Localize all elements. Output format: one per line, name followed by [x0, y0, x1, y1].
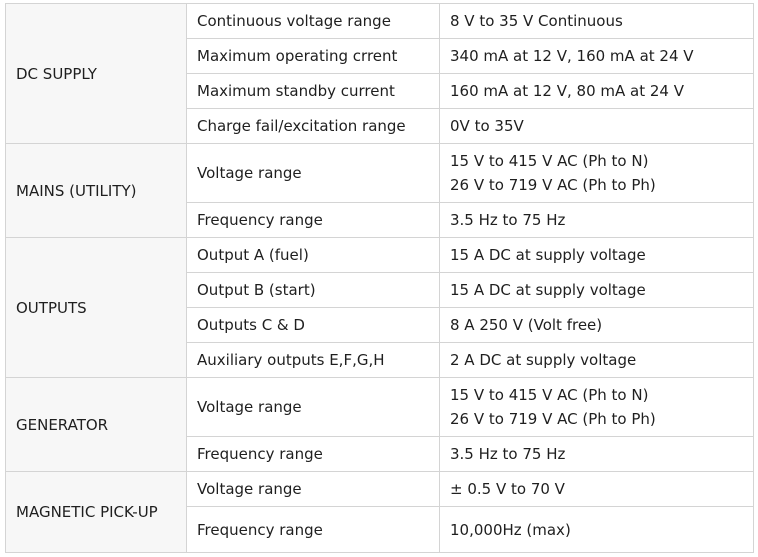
- value-cell: 8 V to 35 V Continuous: [439, 3, 754, 39]
- param-cell: Output B (start): [186, 272, 440, 308]
- param-cell: Continuous voltage range: [186, 3, 440, 39]
- table-row: OUTPUTS Output A (fuel) 15 A DC at suppl…: [5, 237, 754, 378]
- param-cell: Maximum operating crrent: [186, 38, 440, 74]
- param-cell: Voltage range: [186, 143, 440, 203]
- group-label-generator: GENERATOR: [5, 377, 187, 472]
- value-cell: 340 mA at 12 V, 160 mA at 24 V: [439, 38, 754, 74]
- table-row: DC SUPPLY Continuous voltage range 8 V t…: [5, 3, 754, 144]
- param-cell: Frequency range: [186, 506, 440, 553]
- group-label-magnetic-pick-up: MAGNETIC PICK-UP: [5, 471, 187, 553]
- value-cell: 8 A 250 V (Volt free): [439, 307, 754, 343]
- value-cell: 3.5 Hz to 75 Hz: [439, 202, 754, 238]
- param-cell: Output A (fuel): [186, 237, 440, 273]
- group-label-mains-utility: MAINS (UTILITY): [5, 143, 187, 238]
- value-cell: ± 0.5 V to 70 V: [439, 471, 754, 507]
- table-row: GENERATOR Voltage range 15 V to 415 V AC…: [5, 377, 754, 472]
- value-line: 26 V to 719 V AC (Ph to Ph): [450, 410, 656, 428]
- value-cell: 15 V to 415 V AC (Ph to N) 26 V to 719 V…: [439, 143, 754, 203]
- param-cell: Outputs C & D: [186, 307, 440, 343]
- table-row: MAGNETIC PICK-UP Voltage range ± 0.5 V t…: [5, 471, 754, 553]
- param-cell: Maximum standby current: [186, 73, 440, 109]
- value-cell: 3.5 Hz to 75 Hz: [439, 436, 754, 472]
- value-cell: 0V to 35V: [439, 108, 754, 144]
- value-cell: 15 V to 415 V AC (Ph to N) 26 V to 719 V…: [439, 377, 754, 437]
- value-cell: 15 A DC at supply voltage: [439, 237, 754, 273]
- group-label-dc-supply: DC SUPPLY: [5, 3, 187, 144]
- param-cell: Frequency range: [186, 436, 440, 472]
- value-line: 15 V to 415 V AC (Ph to N): [450, 152, 649, 170]
- param-cell: Charge fail/excitation range: [186, 108, 440, 144]
- value-line: 26 V to 719 V AC (Ph to Ph): [450, 176, 656, 194]
- value-cell: 15 A DC at supply voltage: [439, 272, 754, 308]
- param-cell: Voltage range: [186, 377, 440, 437]
- value-cell: 10,000Hz (max): [439, 506, 754, 553]
- value-line: 15 V to 415 V AC (Ph to N): [450, 386, 649, 404]
- param-cell: Frequency range: [186, 202, 440, 238]
- param-cell: Auxiliary outputs E,F,G,H: [186, 342, 440, 378]
- group-label-outputs: OUTPUTS: [5, 237, 187, 378]
- value-cell: 160 mA at 12 V, 80 mA at 24 V: [439, 73, 754, 109]
- value-cell: 2 A DC at supply voltage: [439, 342, 754, 378]
- specifications-table: DC SUPPLY Continuous voltage range 8 V t…: [5, 3, 754, 553]
- param-cell: Voltage range: [186, 471, 440, 507]
- table-row: MAINS (UTILITY) Voltage range 15 V to 41…: [5, 143, 754, 238]
